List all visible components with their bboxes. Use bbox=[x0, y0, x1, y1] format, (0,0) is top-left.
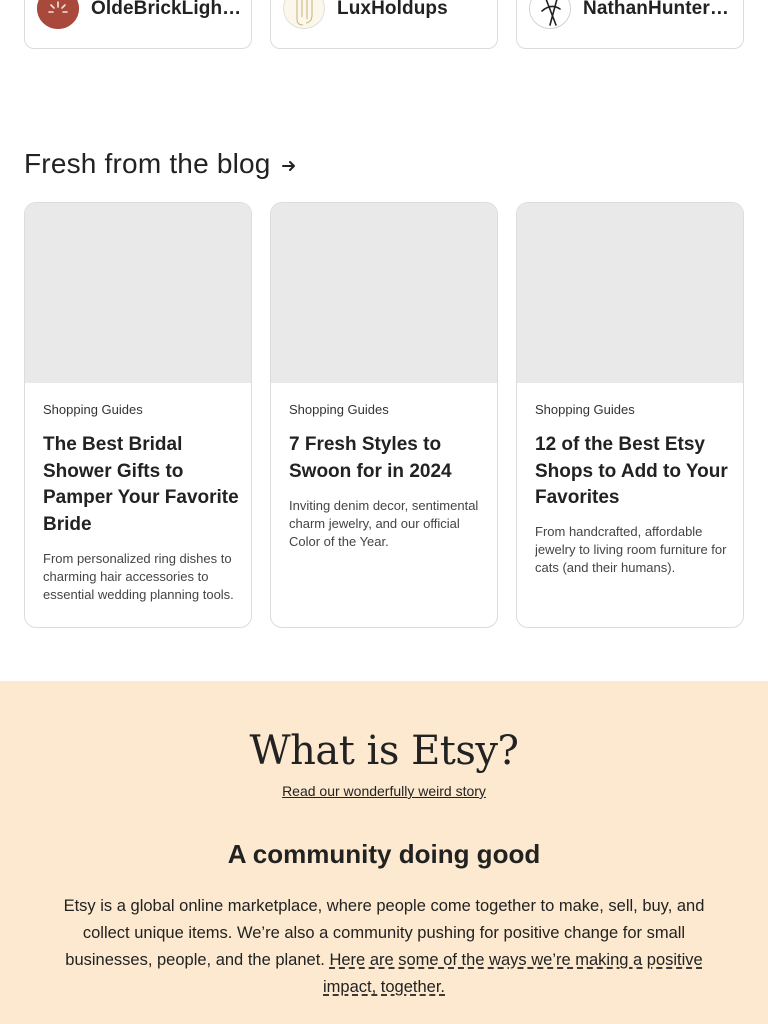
blog-card[interactable]: Shopping Guides 12 of the Best Etsy Shop… bbox=[516, 202, 744, 628]
blog-card-image bbox=[271, 203, 497, 383]
shop-name[interactable]: OldeBrickLighti... bbox=[91, 0, 245, 20]
story-link[interactable]: Read our wonderfully weird story bbox=[282, 783, 486, 799]
blog-card-category: Shopping Guides bbox=[289, 402, 389, 417]
blog-card-title: 12 of the Best Etsy Shops to Add to Your… bbox=[535, 434, 728, 509]
what-is-etsy-section: What is Etsy? Read our wonderfully weird… bbox=[0, 681, 768, 1024]
shop-name[interactable]: NathanHunterD... bbox=[583, 0, 737, 20]
shop-logo-icon bbox=[283, 0, 325, 29]
blog-card-image bbox=[517, 203, 743, 383]
blog-card-excerpt: Inviting denim decor, sentimental charm … bbox=[289, 498, 479, 550]
impact-link[interactable]: Here are some of the ways we’re making a… bbox=[323, 951, 703, 996]
blog-card-title: The Best Bridal Shower Gifts to Pamper Y… bbox=[43, 434, 239, 535]
community-heading: A community doing good bbox=[227, 839, 541, 869]
blog-card[interactable]: Shopping Guides The Best Bridal Shower G… bbox=[24, 202, 252, 628]
blog-card-excerpt: From handcrafted, affordable jewelry to … bbox=[535, 524, 727, 576]
community-text: Etsy is a global online marketplace, whe… bbox=[56, 893, 712, 1001]
featured-shops-row: OldeBrickLighti... LuxHoldups NathanHunt… bbox=[24, 0, 744, 49]
blog-card-image bbox=[25, 203, 251, 383]
blog-section-link[interactable]: Fresh from the blog bbox=[24, 148, 297, 180]
blog-card-title: 7 Fresh Styles to Swoon for in 2024 bbox=[289, 434, 452, 482]
blog-card-category: Shopping Guides bbox=[535, 402, 635, 417]
blog-section-title: Fresh from the blog bbox=[24, 148, 271, 179]
blog-card[interactable]: Shopping Guides 7 Fresh Styles to Swoon … bbox=[270, 202, 498, 628]
shop-card[interactable]: NathanHunterD... bbox=[516, 0, 744, 49]
what-is-etsy-title: What is Etsy? bbox=[249, 728, 519, 774]
story-link-wrapper: Read our wonderfully weird story bbox=[0, 783, 768, 801]
shop-card[interactable]: LuxHoldups bbox=[270, 0, 498, 49]
arrow-right-icon bbox=[281, 161, 295, 171]
shop-logo-icon bbox=[37, 0, 79, 29]
blog-card-category: Shopping Guides bbox=[43, 402, 143, 417]
shop-name[interactable]: LuxHoldups bbox=[337, 0, 491, 20]
shop-card[interactable]: OldeBrickLighti... bbox=[24, 0, 252, 49]
blog-card-excerpt: From personalized ring dishes to charmin… bbox=[43, 551, 234, 603]
shop-logo-icon bbox=[529, 0, 571, 29]
